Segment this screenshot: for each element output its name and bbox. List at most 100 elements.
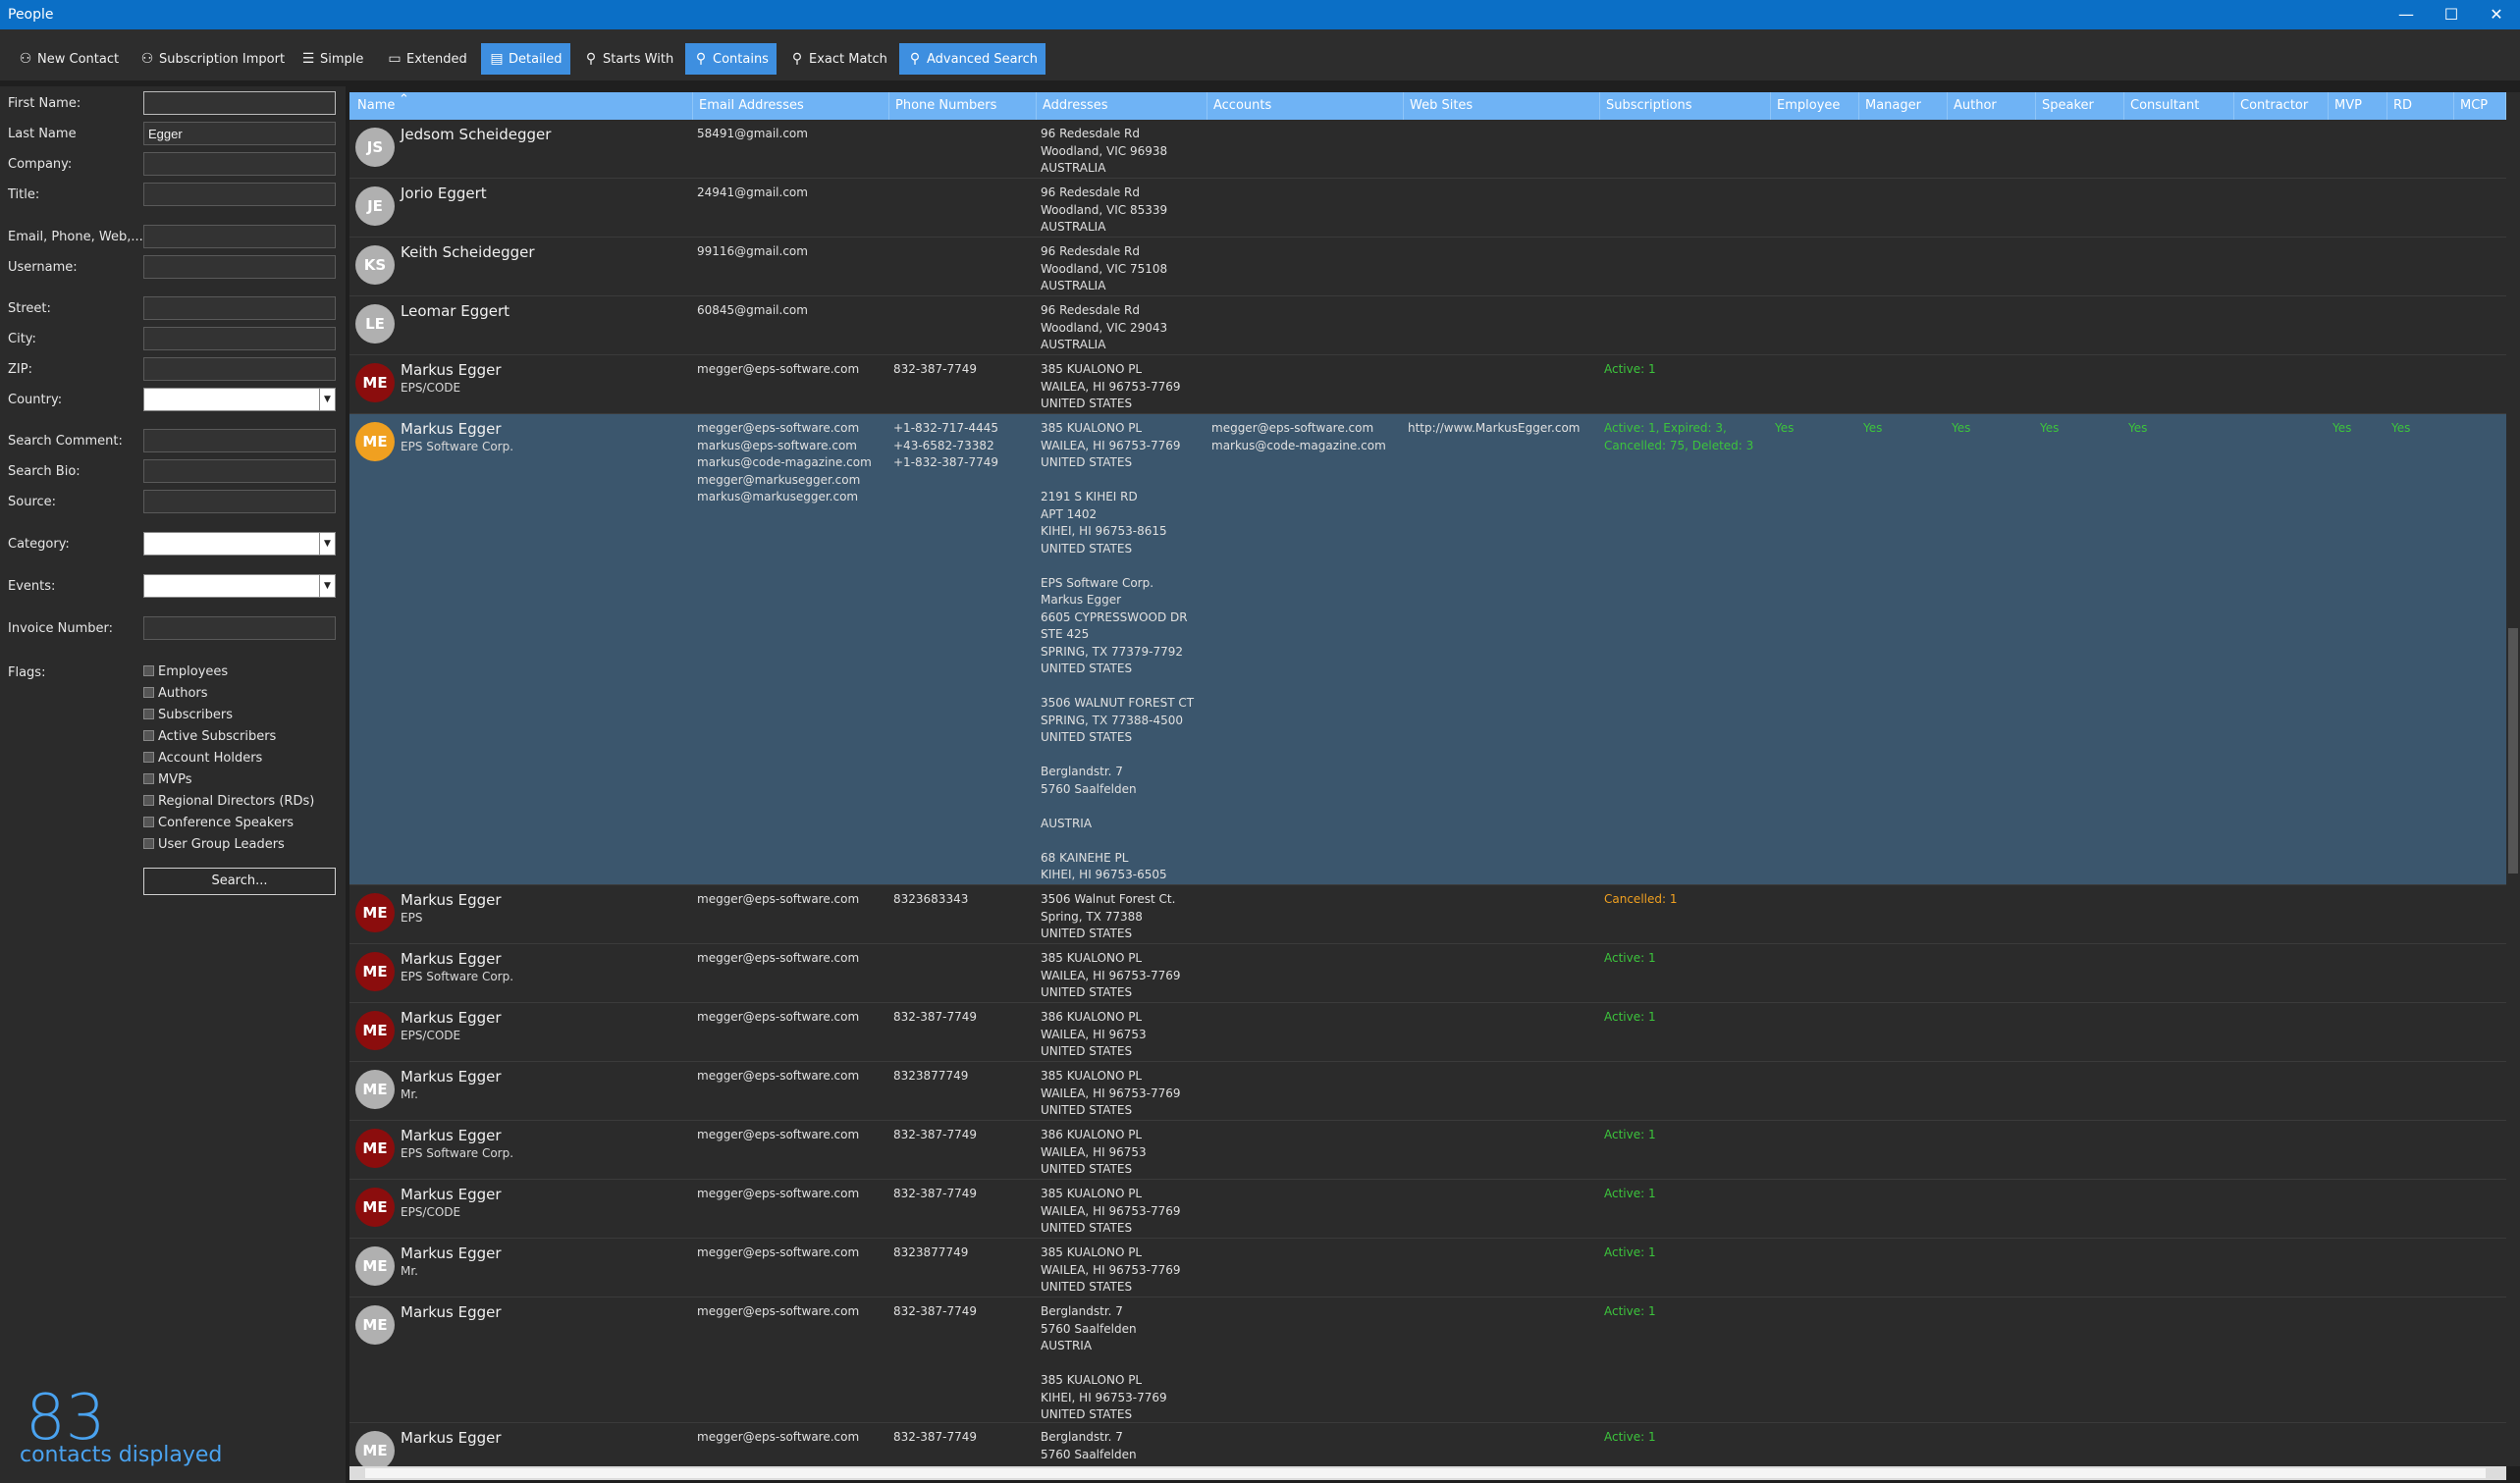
addresses-cell: 385 KUALONO PL WAILEA, HI 96753-7769 UNI… bbox=[1041, 1069, 1181, 1117]
simple-view-button[interactable]: ☰ Simple bbox=[293, 43, 371, 75]
subscriptions-cell: Active: 1 bbox=[1604, 1430, 1656, 1444]
subscription-import-button[interactable]: ⚇ Subscription Import bbox=[132, 43, 293, 75]
contains-button[interactable]: ⚲ Contains bbox=[685, 43, 777, 75]
contact-company: EPS Software Corp. bbox=[401, 1146, 514, 1160]
flag-regional-directors-checkbox[interactable]: Regional Directors (RDs) bbox=[143, 794, 314, 809]
maximize-button[interactable]: ☐ bbox=[2429, 0, 2474, 29]
accounts-cell: megger@eps-software.com markus@code-maga… bbox=[1211, 421, 1386, 452]
column-header-addresses[interactable]: Addresses bbox=[1037, 92, 1207, 120]
search-comment-input[interactable] bbox=[143, 429, 336, 452]
starts-with-button[interactable]: ⚲ Starts With bbox=[575, 43, 681, 75]
avatar: ME bbox=[355, 1070, 395, 1109]
column-header-manager[interactable]: Manager bbox=[1859, 92, 1948, 120]
table-row[interactable]: ME Markus Egger megger@eps-software.com 832… bbox=[349, 1423, 2506, 1466]
flag-mvps-checkbox[interactable]: MVPs bbox=[143, 772, 192, 787]
table-row[interactable]: ME Markus Egger EPS Software Corp. megger@e… bbox=[349, 414, 2506, 899]
flag-active-subscribers-checkbox[interactable]: Active Subscribers bbox=[143, 729, 276, 744]
city-input[interactable] bbox=[143, 327, 336, 350]
table-row[interactable]: KS Keith Scheidegger 99116@gmail.com 96 Red… bbox=[349, 238, 2506, 296]
last-name-label: Last Name bbox=[8, 127, 77, 141]
avatar: JE bbox=[355, 186, 395, 226]
column-header-speaker[interactable]: Speaker bbox=[2036, 92, 2124, 120]
table-row[interactable]: ME Markus Egger EPS/CODE megger@eps-softwar… bbox=[349, 1003, 2506, 1062]
first-name-input[interactable] bbox=[143, 91, 336, 115]
flag-subscribers-checkbox[interactable]: Subscribers bbox=[143, 708, 233, 722]
table-row[interactable]: ME Markus Egger EPS Software Corp. megger@e… bbox=[349, 1121, 2506, 1180]
country-select[interactable]: ▼ bbox=[143, 388, 336, 411]
phone-numbers-cell: 8323877749 bbox=[893, 1245, 969, 1259]
table-row[interactable]: ME Markus Egger Mr. megger@eps-software.com… bbox=[349, 1239, 2506, 1298]
title-input[interactable] bbox=[143, 183, 336, 206]
vertical-scrollbar-thumb[interactable] bbox=[2508, 628, 2518, 874]
chevron-down-icon: ▼ bbox=[319, 389, 335, 410]
table-row[interactable]: ME Markus Egger Mr. megger@eps-software.com… bbox=[349, 1062, 2506, 1121]
column-header-mvp[interactable]: MVP bbox=[2329, 92, 2387, 120]
exact-match-button[interactable]: ⚲ Exact Match bbox=[781, 43, 895, 75]
column-header-web-sites[interactable]: Web Sites bbox=[1404, 92, 1600, 120]
last-name-input[interactable] bbox=[143, 122, 336, 145]
web-sites-cell: http://www.MarkusEgger.com bbox=[1408, 421, 1581, 435]
flag-user-group-leaders-checkbox[interactable]: User Group Leaders bbox=[143, 837, 285, 852]
table-row[interactable]: ME Markus Egger EPS/CODE megger@eps-softwar… bbox=[349, 355, 2506, 414]
column-header-author[interactable]: Author bbox=[1948, 92, 2036, 120]
phone-numbers-cell: 832-387-7749 bbox=[893, 1187, 978, 1200]
extended-view-button[interactable]: ▭ Extended bbox=[379, 43, 475, 75]
table-row[interactable]: JS Jedsom Scheidegger 58491@gmail.com 96 Re… bbox=[349, 120, 2506, 179]
table-row[interactable]: ME Markus Egger EPS megger@eps-software.com… bbox=[349, 885, 2506, 944]
close-button[interactable]: ✕ bbox=[2474, 0, 2519, 29]
invoice-number-input[interactable] bbox=[143, 616, 336, 640]
avatar: ME bbox=[355, 1431, 395, 1466]
table-row[interactable]: ME Markus Egger EPS/CODE megger@eps-softwar… bbox=[349, 1180, 2506, 1239]
flag-account-holders-checkbox[interactable]: Account Holders bbox=[143, 751, 262, 766]
search-icon: ⚲ bbox=[585, 51, 597, 67]
avatar: KS bbox=[355, 245, 395, 285]
category-select[interactable]: ▼ bbox=[143, 532, 336, 556]
speaker-cell: Yes bbox=[2040, 421, 2060, 435]
flag-conference-speakers-checkbox[interactable]: Conference Speakers bbox=[143, 816, 294, 830]
table-row[interactable]: ME Markus Egger EPS Software Corp. megger@e… bbox=[349, 944, 2506, 1003]
contact-name: Markus Egger bbox=[401, 891, 502, 909]
column-header-consultant[interactable]: Consultant bbox=[2124, 92, 2234, 120]
search-button[interactable]: Search... bbox=[143, 868, 336, 895]
table-row[interactable]: LE Leomar Eggert 60845@gmail.com 96 Redesda… bbox=[349, 296, 2506, 355]
table-row[interactable]: ME Markus Egger megger@eps-software.com 832… bbox=[349, 1298, 2506, 1423]
new-contact-button[interactable]: ⚇ New Contact bbox=[10, 43, 127, 75]
filter-panel: First Name: Last Name Company: Title: Em… bbox=[0, 86, 346, 1483]
column-header-contractor[interactable]: Contractor bbox=[2234, 92, 2329, 120]
column-header-mcp[interactable]: MCP bbox=[2454, 92, 2506, 120]
contact-name: Leomar Eggert bbox=[401, 302, 510, 320]
minimize-button[interactable]: — bbox=[2384, 0, 2429, 29]
username-input[interactable] bbox=[143, 255, 336, 279]
contact-name: Markus Egger bbox=[401, 1245, 502, 1262]
person-add-icon: ⚇ bbox=[140, 51, 154, 67]
search-bio-input[interactable] bbox=[143, 459, 336, 483]
company-input[interactable] bbox=[143, 152, 336, 176]
email-phone-web-input[interactable] bbox=[143, 225, 336, 248]
zip-input[interactable] bbox=[143, 357, 336, 381]
column-header-employee[interactable]: Employee bbox=[1771, 92, 1859, 120]
table-row[interactable]: JE Jorio Eggert 24941@gmail.com 96 Redesdal… bbox=[349, 179, 2506, 238]
email-addresses-cell: megger@eps-software.com bbox=[697, 892, 860, 906]
email-addresses-cell: megger@eps-software.com bbox=[697, 1187, 860, 1200]
contact-name: Markus Egger bbox=[401, 361, 502, 379]
column-header-email-addresses[interactable]: Email Addresses bbox=[693, 92, 889, 120]
email-addresses-cell: megger@eps-software.com bbox=[697, 1304, 860, 1318]
events-select[interactable]: ▼ bbox=[143, 574, 336, 598]
flags-label: Flags: bbox=[8, 665, 46, 680]
email-addresses-cell: megger@eps-software.com markus@eps-softw… bbox=[697, 421, 872, 503]
author-cell: Yes bbox=[1952, 421, 1971, 435]
addresses-cell: 385 KUALONO PL WAILEA, HI 96753-7769 UNI… bbox=[1041, 421, 1195, 899]
source-input[interactable] bbox=[143, 490, 336, 513]
advanced-search-button[interactable]: ⚲ Advanced Search bbox=[899, 43, 1046, 75]
column-header-phone-numbers[interactable]: Phone Numbers bbox=[889, 92, 1037, 120]
column-header-rd[interactable]: RD bbox=[2387, 92, 2454, 120]
horizontal-scrollbar-thumb[interactable] bbox=[365, 1468, 2486, 1478]
column-header-subscriptions[interactable]: Subscriptions bbox=[1600, 92, 1771, 120]
flag-authors-checkbox[interactable]: Authors bbox=[143, 686, 208, 701]
contact-name: Markus Egger bbox=[401, 1127, 502, 1144]
contacts-grid: Name ⌃ Email Addresses Phone Numbers Address… bbox=[349, 92, 2506, 1466]
flag-employees-checkbox[interactable]: Employees bbox=[143, 664, 228, 679]
street-input[interactable] bbox=[143, 296, 336, 320]
column-header-accounts[interactable]: Accounts bbox=[1207, 92, 1404, 120]
detailed-view-button[interactable]: ▤ Detailed bbox=[481, 43, 570, 75]
